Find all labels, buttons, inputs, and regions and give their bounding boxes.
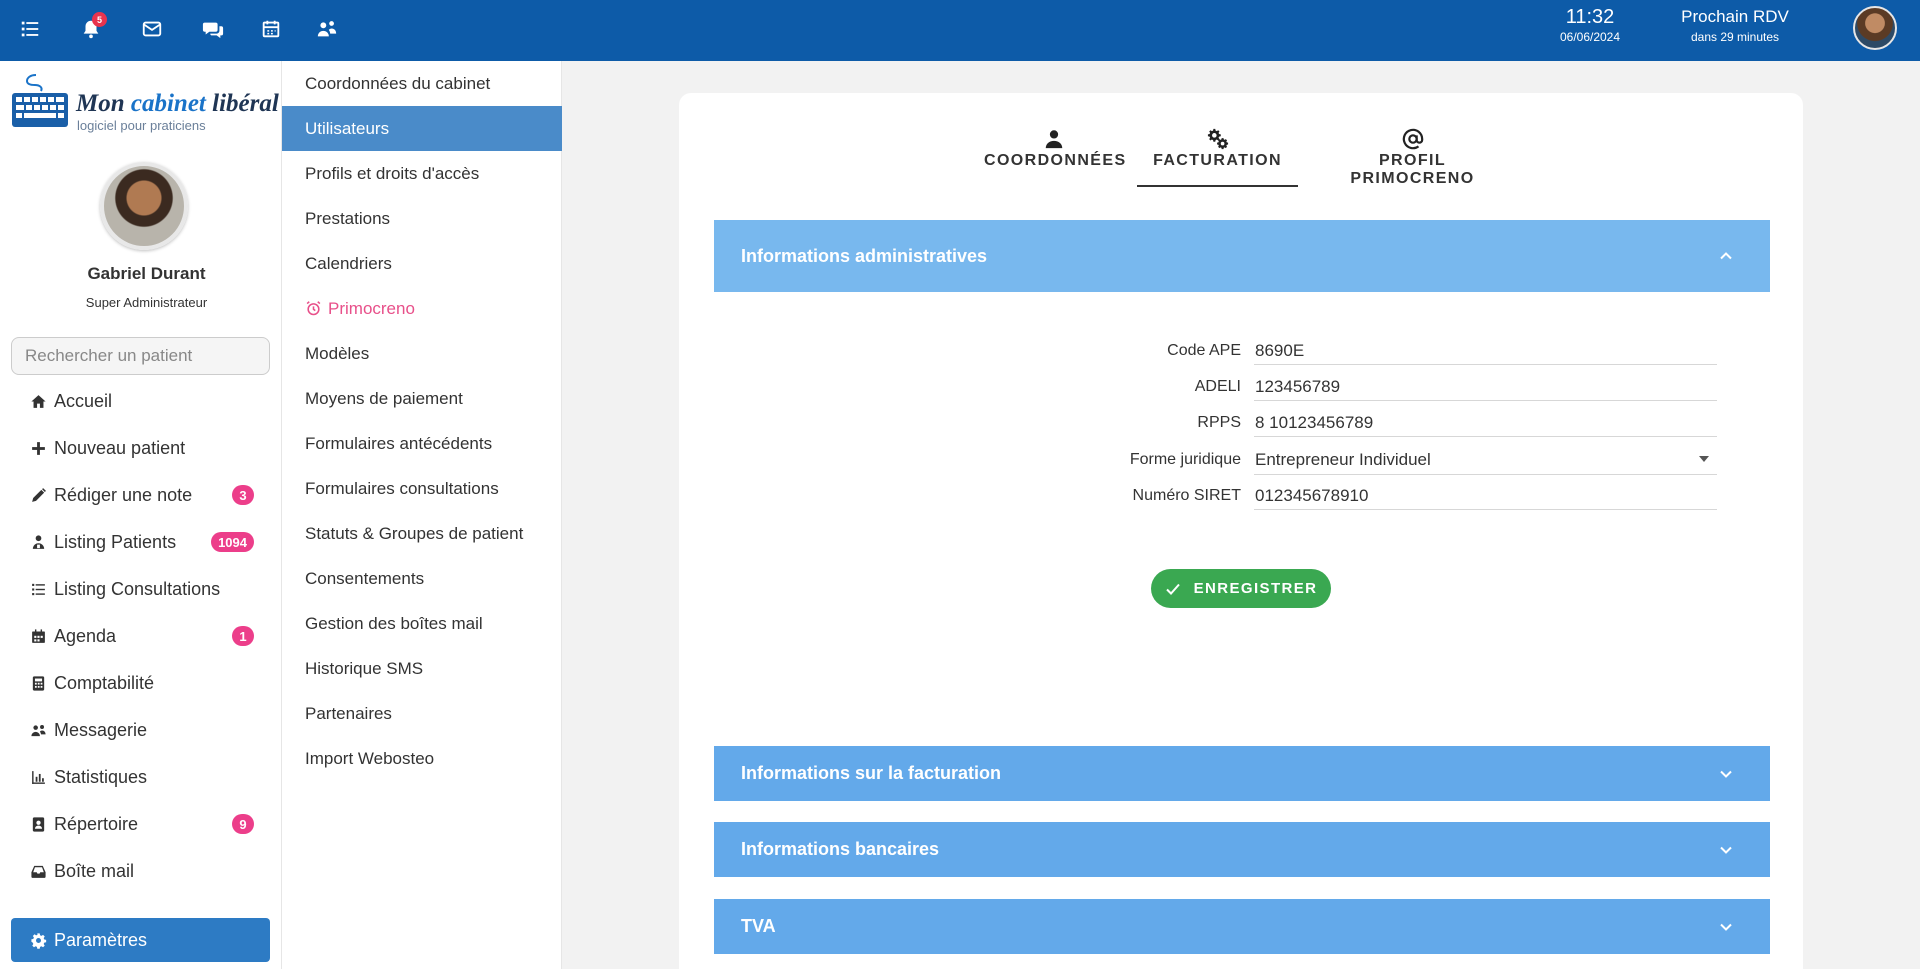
mail-icon[interactable] <box>137 14 167 44</box>
forme-juridique-select[interactable]: Entrepreneur Individuel <box>1254 445 1717 475</box>
save-button[interactable]: ENREGISTRER <box>1151 569 1331 608</box>
nav-item-statistiques[interactable]: Statistiques <box>11 755 270 799</box>
settings-item-calendriers[interactable]: Calendriers <box>282 241 562 286</box>
agenda-count-badge: 1 <box>232 626 254 646</box>
patients-group-icon[interactable] <box>312 14 342 44</box>
section-informations-facturation[interactable]: Informations sur la facturation <box>714 746 1770 801</box>
calculator-icon <box>29 674 47 692</box>
inbox-icon <box>29 862 47 880</box>
settings-item-formulaires-consultations[interactable]: Formulaires consultations <box>282 466 562 511</box>
section-tva[interactable]: TVA <box>714 899 1770 954</box>
calendar-icon[interactable] <box>256 14 286 44</box>
forme-juridique-label: Forme juridique <box>1129 451 1241 468</box>
settings-item-prestations[interactable]: Prestations <box>282 196 562 241</box>
logo-title: Mon cabinet libéral <box>76 90 279 117</box>
user-name: Gabriel Durant <box>87 264 206 283</box>
current-time: 11:32 06/06/2024 <box>1559 6 1621 44</box>
patients-count-badge: 1094 <box>211 532 254 552</box>
settings-item-statuts-groupes[interactable]: Statuts & Groupes de patient <box>282 511 562 556</box>
nav-item-comptabilite[interactable]: Comptabilité <box>11 661 270 705</box>
chevron-down-icon <box>1720 770 1732 778</box>
tab-facturation[interactable]: FACTURATION <box>1137 128 1298 187</box>
settings-item-utilisateurs[interactable]: Utilisateurs <box>282 106 562 151</box>
nav-item-listing-consultations[interactable]: Listing Consultations <box>11 567 270 611</box>
nav-item-repertoire[interactable]: Répertoire 9 <box>11 802 270 846</box>
notifications-bell-icon[interactable]: 5 <box>76 12 107 44</box>
patient-icon <box>29 533 47 551</box>
pencil-icon <box>29 486 47 504</box>
settings-item-import-webosteo[interactable]: Import Webosteo <box>282 736 562 781</box>
nav-item-agenda[interactable]: Agenda 1 <box>11 614 270 658</box>
check-icon <box>1165 583 1180 595</box>
settings-menu: Coordonnées du cabinet Utilisateurs Prof… <box>281 61 562 969</box>
settings-item-coordonnees-cabinet[interactable]: Coordonnées du cabinet <box>282 61 562 106</box>
settings-item-formulaires-antecedents[interactable]: Formulaires antécédents <box>282 421 562 466</box>
keyboard-logo-icon <box>12 74 68 127</box>
dropdown-arrow-icon <box>1699 456 1709 462</box>
gears-icon <box>1207 128 1228 150</box>
next-appointment[interactable]: Prochain RDV dans 29 minutes <box>1660 5 1810 45</box>
gear-icon <box>29 931 47 949</box>
adeli-label: ADELI <box>1194 378 1241 395</box>
sidebar: Mon cabinet libéral logiciel pour pratic… <box>0 61 281 969</box>
plus-icon <box>29 439 47 457</box>
nav-item-nouveau-patient[interactable]: Nouveau patient <box>11 426 270 470</box>
code-ape-input[interactable] <box>1254 337 1717 365</box>
user-role: Super Administrateur <box>85 295 208 310</box>
nav-item-messagerie[interactable]: Messagerie <box>11 708 270 752</box>
user-details-card: COORDONNÉES FACTURATION PROFIL PRIMOCREN… <box>679 93 1803 969</box>
users-icon <box>29 721 47 739</box>
calendar-icon <box>29 627 47 645</box>
settings-item-historique-sms[interactable]: Historique SMS <box>282 646 562 691</box>
settings-item-gestion-boites-mail[interactable]: Gestion des boîtes mail <box>282 601 562 646</box>
notes-count-badge: 3 <box>232 485 254 505</box>
logo-subtitle: logiciel pour praticiens <box>77 118 206 133</box>
bar-chart-icon <box>29 768 47 786</box>
user-avatar[interactable] <box>100 162 188 250</box>
settings-item-profils-droits[interactable]: Profils et droits d'accès <box>282 151 562 196</box>
home-icon <box>29 392 47 410</box>
settings-item-primocreno[interactable]: Primocreno <box>282 286 562 331</box>
nav-item-boite-mail[interactable]: Boîte mail <box>11 849 270 893</box>
numero-siret-label: Numéro SIRET <box>1132 487 1241 504</box>
logo[interactable]: Mon cabinet libéral logiciel pour pratic… <box>10 73 279 135</box>
nav-item-listing-patients[interactable]: Listing Patients 1094 <box>11 520 270 564</box>
repertoire-count-badge: 9 <box>232 814 254 834</box>
chevron-down-icon <box>1720 846 1732 854</box>
section-informations-administratives[interactable]: Informations administratives <box>714 220 1770 292</box>
menu-list-icon[interactable] <box>15 14 45 44</box>
rpps-label: RPPS <box>1197 414 1241 431</box>
patient-search-input[interactable] <box>11 337 270 375</box>
rpps-input[interactable] <box>1254 409 1717 437</box>
nav-item-parametres[interactable]: Paramètres <box>11 918 270 962</box>
tab-coordonnees[interactable]: COORDONNÉES <box>984 128 1125 186</box>
code-ape-label: Code APE <box>1167 342 1241 359</box>
nav-item-accueil[interactable]: Accueil <box>11 379 270 423</box>
contact-book-icon <box>29 815 47 833</box>
alarm-clock-icon <box>306 301 321 316</box>
user-avatar-top[interactable] <box>1853 6 1897 50</box>
numero-siret-input[interactable] <box>1254 482 1717 510</box>
top-bar: 5 11:32 06/06/2024 Prochain RDV dans 29 … <box>0 0 1920 61</box>
chevron-up-icon <box>1720 252 1732 260</box>
notification-count-badge: 5 <box>92 12 107 27</box>
chevron-down-icon <box>1720 923 1732 931</box>
settings-item-modeles[interactable]: Modèles <box>282 331 562 376</box>
nav-item-rediger-note[interactable]: Rédiger une note 3 <box>11 473 270 517</box>
at-sign-icon <box>1402 128 1423 150</box>
tab-profil-primocreno[interactable]: PROFIL PRIMOCRENO <box>1315 128 1510 187</box>
settings-item-moyens-paiement[interactable]: Moyens de paiement <box>282 376 562 421</box>
chat-icon[interactable] <box>198 14 228 44</box>
settings-item-consentements[interactable]: Consentements <box>282 556 562 601</box>
settings-item-partenaires[interactable]: Partenaires <box>282 691 562 736</box>
section-informations-bancaires[interactable]: Informations bancaires <box>714 822 1770 877</box>
list-icon <box>29 580 47 598</box>
adeli-input[interactable] <box>1254 373 1717 401</box>
person-icon <box>1045 130 1063 149</box>
